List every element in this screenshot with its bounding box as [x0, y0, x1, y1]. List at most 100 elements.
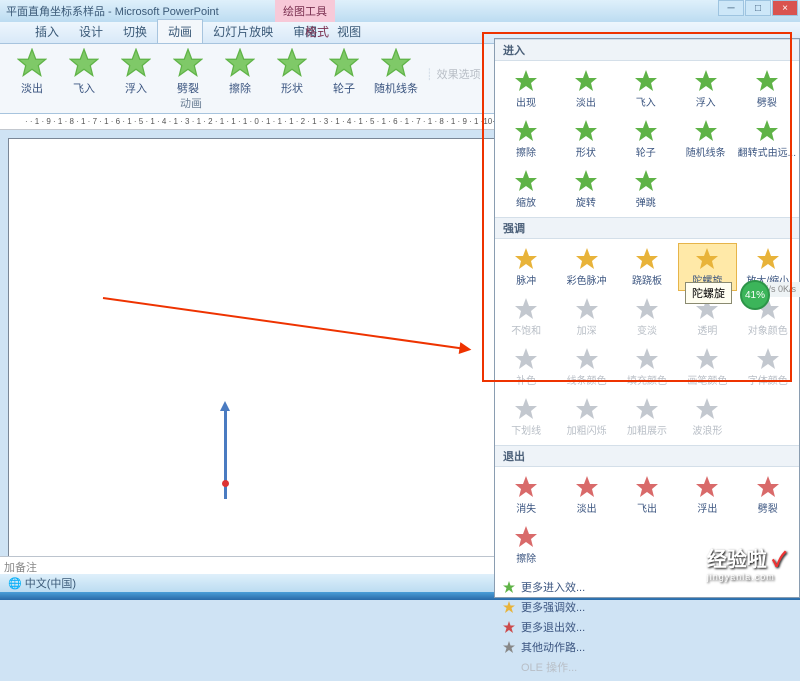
star-icon: [635, 297, 659, 321]
anim-item[interactable]: 出现: [497, 65, 555, 113]
anim-item[interactable]: 脉冲: [497, 243, 555, 291]
star-icon: [575, 297, 599, 321]
star-icon: [695, 475, 719, 499]
language-indicator[interactable]: 🌐 中文(中国): [8, 575, 76, 591]
anim-item[interactable]: 跷跷板: [618, 243, 676, 291]
percent-badge: 41%: [740, 280, 770, 310]
anim-item[interactable]: 翻转式由远...: [737, 115, 797, 163]
anim-item[interactable]: 旋转: [557, 165, 615, 213]
star-icon: [574, 169, 598, 193]
star-icon: [514, 119, 538, 143]
ribbon-anim-2[interactable]: 浮入: [110, 48, 162, 96]
tab-animation[interactable]: 动画: [157, 19, 203, 43]
anim-item: 波浪形: [678, 393, 736, 441]
maximize-button[interactable]: □: [745, 0, 771, 16]
anim-item[interactable]: 擦除: [497, 115, 555, 163]
star-icon: [514, 397, 538, 421]
anim-item[interactable]: 消失: [497, 471, 555, 519]
more-motion[interactable]: 其他动作路...: [503, 637, 791, 657]
tab-format[interactable]: 格式: [295, 20, 339, 43]
anim-item[interactable]: 淡出: [557, 65, 615, 113]
more-exit[interactable]: 更多退出效...: [503, 617, 791, 637]
window-buttons: ─ □ ×: [718, 0, 798, 16]
star-icon: [514, 69, 538, 93]
star-icon: [514, 169, 538, 193]
ribbon-anim-0[interactable]: 淡出: [6, 48, 58, 96]
star-icon: [514, 297, 538, 321]
anim-item[interactable]: 飞入: [617, 65, 675, 113]
star-icon: [17, 48, 47, 78]
anim-item[interactable]: 飞出: [618, 471, 676, 519]
ribbon-anim-3[interactable]: 劈裂: [162, 48, 214, 96]
ribbon-anim-7[interactable]: 随机线条: [370, 48, 422, 96]
star-icon: [755, 69, 779, 93]
star-icon: [575, 247, 599, 271]
ribbon-anim-4[interactable]: 擦除: [214, 48, 266, 96]
star-icon: [575, 475, 599, 499]
star-icon: [635, 397, 659, 421]
watermark: 经验啦 ✓ jingyanla.com: [707, 543, 786, 582]
anim-item[interactable]: 弹跳: [617, 165, 675, 213]
section-emphasis: 强调: [495, 217, 799, 239]
anim-item: 画笔颜色: [678, 343, 736, 391]
ribbon-anim-6[interactable]: 轮子: [318, 48, 370, 96]
rotation-handle[interactable]: [222, 480, 229, 487]
blue-arrow-shape[interactable]: [224, 409, 227, 499]
minimize-button[interactable]: ─: [718, 0, 744, 16]
section-entrance: 进入: [495, 39, 799, 61]
star-icon: [635, 247, 659, 271]
tab-design[interactable]: 设计: [69, 20, 113, 43]
star-icon: [514, 475, 538, 499]
title-bar: 平面直角坐标系样品 - Microsoft PowerPoint 绘图工具 ─ …: [0, 0, 800, 22]
anim-item: 补色: [497, 343, 555, 391]
star-icon: [695, 347, 719, 371]
tab-transition[interactable]: 切换: [113, 20, 157, 43]
star-icon: [574, 69, 598, 93]
star-icon: [635, 475, 659, 499]
close-button[interactable]: ×: [772, 0, 798, 16]
section-exit: 退出: [495, 445, 799, 467]
context-tool-tab: 绘图工具: [275, 0, 335, 22]
anim-item[interactable]: 浮出: [678, 471, 736, 519]
anim-item[interactable]: 形状: [557, 115, 615, 163]
anim-item[interactable]: 缩放: [497, 165, 555, 213]
anim-item[interactable]: 随机线条: [677, 115, 735, 163]
star-icon: [756, 347, 780, 371]
star-icon: [634, 69, 658, 93]
anim-item[interactable]: 浮入: [677, 65, 735, 113]
anim-item[interactable]: 劈裂: [739, 471, 797, 519]
animation-dropdown: 进入 出现淡出飞入浮入劈裂擦除形状轮子随机线条翻转式由远...缩放旋转弹跳 强调…: [494, 38, 800, 598]
anim-item[interactable]: 劈裂: [737, 65, 797, 113]
tab-insert[interactable]: 插入: [25, 20, 69, 43]
anim-item[interactable]: 淡出: [557, 471, 615, 519]
more-emphasis[interactable]: 更多强调效...: [503, 597, 791, 617]
star-icon: [381, 48, 411, 78]
star-icon: [694, 69, 718, 93]
gallery-more[interactable]: ┊: [426, 68, 433, 81]
star-icon: [69, 48, 99, 78]
star-icon: [756, 247, 780, 271]
star-icon: [756, 475, 780, 499]
anim-item: 加粗展示: [618, 393, 676, 441]
star-icon: [329, 48, 359, 78]
anim-item[interactable]: 彩色脉冲: [557, 243, 615, 291]
ribbon-anim-1[interactable]: 飞入: [58, 48, 110, 96]
anim-item: 下划线: [497, 393, 555, 441]
star-icon: [225, 48, 255, 78]
star-icon: [635, 347, 659, 371]
star-icon: [173, 48, 203, 78]
anim-item: 字体颜色: [739, 343, 797, 391]
window-title: 平面直角坐标系样品 - Microsoft PowerPoint: [6, 3, 219, 19]
anim-item: 线条颜色: [557, 343, 615, 391]
anim-item: 变淡: [618, 293, 676, 341]
effect-options[interactable]: 效果选项: [437, 66, 481, 82]
anim-item[interactable]: 擦除: [497, 521, 555, 569]
star-icon: [574, 119, 598, 143]
tooltip: 陀螺旋: [685, 282, 732, 304]
anim-item[interactable]: 轮子: [617, 115, 675, 163]
annotation-arrow: [103, 297, 470, 350]
tab-slideshow[interactable]: 幻灯片放映: [203, 20, 283, 43]
ribbon-anim-5[interactable]: 形状: [266, 48, 318, 96]
ole-actions[interactable]: OLE 操作...: [503, 657, 791, 677]
star-icon: [634, 119, 658, 143]
